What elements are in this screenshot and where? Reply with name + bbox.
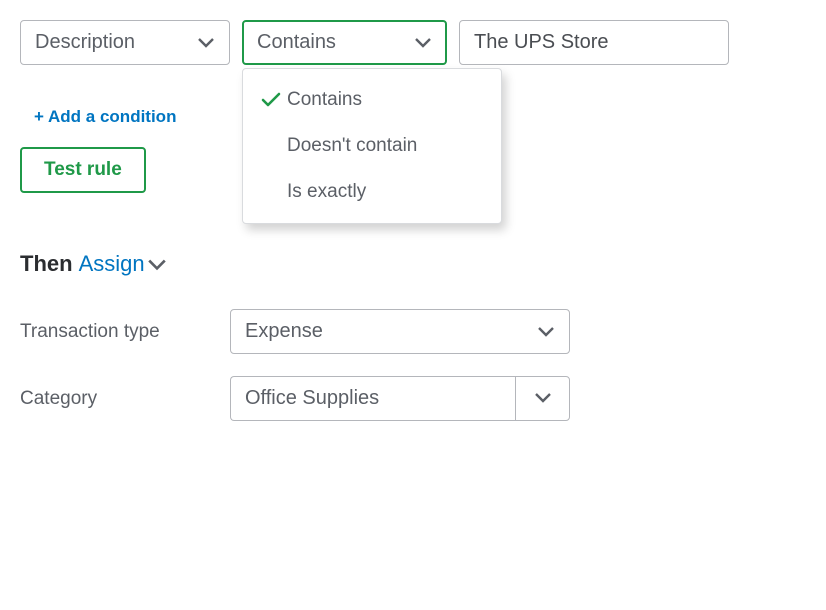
check-icon: [261, 92, 287, 108]
add-condition-label: + Add a condition: [34, 107, 176, 126]
dropdown-item-doesnt-contain[interactable]: Doesn't contain: [243, 123, 501, 169]
category-select[interactable]: Office Supplies: [230, 376, 570, 421]
dropdown-item-label: Doesn't contain: [287, 135, 417, 157]
category-label: Category: [20, 388, 230, 410]
chevron-down-icon: [197, 37, 215, 49]
add-condition-link[interactable]: + Add a condition: [34, 107, 176, 127]
transaction-type-select[interactable]: Expense: [230, 309, 570, 354]
test-rule-button[interactable]: Test rule: [20, 147, 146, 193]
chevron-down-icon: [537, 326, 555, 338]
operator-dropdown: Contains Doesn't contain Is exactly: [242, 68, 502, 224]
value-input[interactable]: The UPS Store: [459, 20, 729, 65]
test-rule-label: Test rule: [44, 159, 122, 180]
chevron-down-icon[interactable]: [147, 251, 167, 277]
then-row: Then Assign: [20, 251, 806, 277]
category-dropdown-button[interactable]: [515, 376, 570, 421]
dropdown-item-label: Is exactly: [287, 181, 366, 203]
dropdown-item-label: Contains: [287, 89, 362, 111]
dropdown-item-is-exactly[interactable]: Is exactly: [243, 169, 501, 215]
chevron-down-icon: [414, 37, 432, 49]
category-row: Category Office Supplies: [20, 376, 806, 421]
value-input-text: The UPS Store: [474, 31, 609, 54]
operator-select-label: Contains: [257, 31, 336, 54]
field-select-label: Description: [35, 31, 135, 54]
dropdown-item-contains[interactable]: Contains: [243, 77, 501, 123]
category-value: Office Supplies: [245, 387, 379, 410]
category-value-area: Office Supplies: [230, 376, 515, 421]
assign-action-label: Assign: [79, 251, 145, 276]
field-select[interactable]: Description: [20, 20, 230, 65]
chevron-down-icon: [534, 390, 552, 408]
condition-row: Description Contains The UPS Store Conta…: [20, 20, 806, 65]
assign-action-select[interactable]: Assign: [79, 251, 145, 277]
operator-select[interactable]: Contains: [242, 20, 447, 65]
transaction-type-value: Expense: [245, 320, 323, 343]
transaction-type-row: Transaction type Expense: [20, 309, 806, 354]
then-label: Then: [20, 251, 73, 277]
transaction-type-label: Transaction type: [20, 321, 230, 343]
